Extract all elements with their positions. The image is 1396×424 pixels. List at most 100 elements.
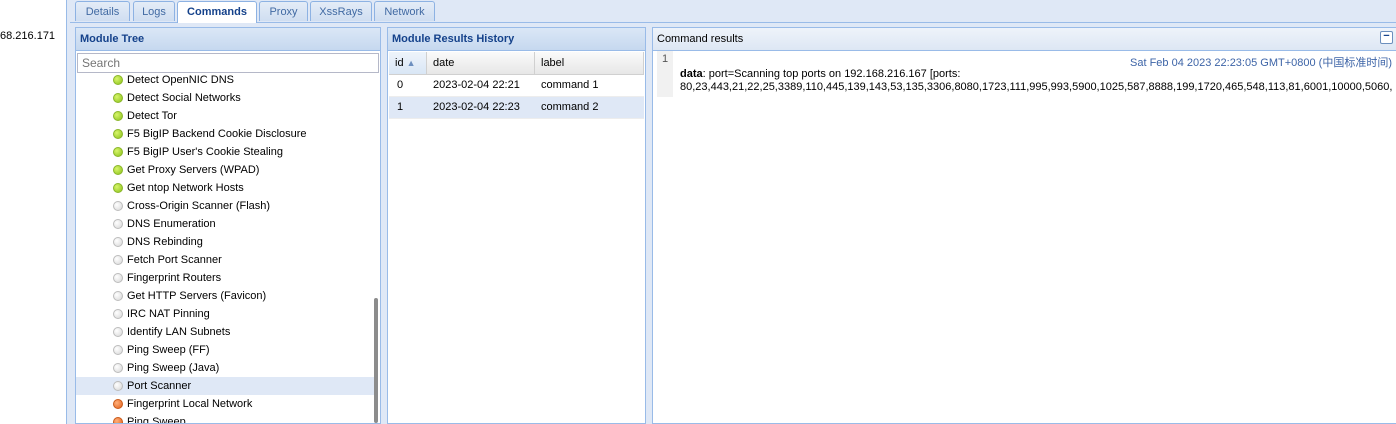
column-header-date[interactable]: date (427, 52, 535, 74)
table-row[interactable]: 0 2023-02-04 22:21 command 1 (389, 75, 644, 97)
module-tree-item[interactable]: Detect OpenNIC DNS (76, 74, 376, 89)
module-tree-item-label: Identify LAN Subnets (127, 326, 231, 338)
command-results-panel: Command results − 1 Sat Feb 04 2023 22:2… (652, 27, 1396, 424)
module-tree-item-label: Get Proxy Servers (WPAD) (127, 164, 260, 176)
result-data-line2: 80,23,443,21,22,25,3389,110,445,139,143,… (680, 81, 1393, 93)
status-grey-icon (113, 327, 123, 337)
module-search-input[interactable] (77, 53, 379, 73)
cell-date: 2023-02-04 22:21 (433, 79, 520, 91)
table-row[interactable]: 1 2023-02-04 22:23 command 2 (389, 97, 644, 119)
tab-network[interactable]: Network (374, 1, 435, 21)
results-grid-header: id ▲ date label (389, 52, 644, 75)
module-tree-item[interactable]: F5 BigIP Backend Cookie Disclosure (76, 125, 376, 143)
cell-label: command 1 (541, 79, 599, 91)
column-header-id-label: id (395, 57, 404, 69)
module-tree-item-label: DNS Rebinding (127, 236, 203, 248)
module-tree-item-label: Port Scanner (127, 380, 192, 392)
results-history-title: Module Results History (388, 28, 645, 51)
status-green-icon (113, 183, 123, 193)
module-tree-item-label: Detect Tor (127, 110, 177, 122)
result-data-key: data (680, 68, 703, 80)
module-tree-item-label: Detect Social Networks (127, 92, 241, 104)
browser-ip-fragment[interactable]: 68.216.171 (0, 30, 55, 42)
status-green-icon (113, 147, 123, 157)
tab-details[interactable]: Details (75, 1, 130, 21)
collapse-button[interactable]: − (1380, 31, 1393, 44)
module-tree-item[interactable]: Detect Tor (76, 107, 376, 125)
module-tree-item-label: Ping Sweep (Java) (127, 362, 220, 374)
status-green-icon (113, 129, 123, 139)
status-grey-icon (113, 219, 123, 229)
module-tree-item-label: Fingerprint Routers (127, 272, 222, 284)
module-tree-list: Detect OpenNIC DNS Detect Social Networks… (76, 74, 376, 423)
browser-tabstrip: Details Logs Commands Proxy XssRays Netw… (70, 0, 1396, 23)
result-entry-number: 1 (657, 51, 673, 97)
tab-commands[interactable]: Commands (177, 1, 257, 23)
column-header-id[interactable]: id ▲ (389, 52, 427, 74)
command-results-title: Command results (657, 33, 744, 45)
module-tree-item-label: Get HTTP Servers (Favicon) (127, 290, 267, 302)
status-grey-icon (113, 201, 123, 211)
module-tree-item-label: DNS Enumeration (127, 218, 216, 230)
module-tree-item[interactable]: Get HTTP Servers (Favicon) (76, 287, 376, 305)
module-tree-item-label: Fetch Port Scanner (127, 254, 222, 266)
status-grey-icon (113, 273, 123, 283)
module-tree-item[interactable]: Get ntop Network Hosts (76, 179, 376, 197)
module-tree-item-label: Fingerprint Local Network (127, 398, 253, 410)
module-tree-item-label: Detect OpenNIC DNS (127, 74, 234, 86)
module-tree-item[interactable]: Port Scanner (76, 377, 376, 395)
module-tree-item[interactable]: Ping Sweep (FF) (76, 341, 376, 359)
status-grey-icon (113, 381, 123, 391)
status-grey-icon (113, 255, 123, 265)
status-green-icon (113, 93, 123, 103)
module-tree-item-label: Ping Sweep (FF) (127, 344, 210, 356)
module-tree-item[interactable]: F5 BigIP User's Cookie Stealing (76, 143, 376, 161)
status-orange-icon (113, 399, 123, 409)
module-tree-item[interactable]: IRC NAT Pinning (76, 305, 376, 323)
cell-id: 1 (397, 101, 404, 113)
tab-logs[interactable]: Logs (133, 1, 175, 21)
tab-proxy[interactable]: Proxy (259, 1, 308, 21)
module-tree-item[interactable]: Detect Social Networks (76, 89, 376, 107)
module-tree-item-label: IRC NAT Pinning (127, 308, 210, 320)
module-tree-title: Module Tree (76, 28, 380, 51)
status-grey-icon (113, 291, 123, 301)
cell-label: command 2 (541, 101, 599, 113)
module-tree-item[interactable]: Get Proxy Servers (WPAD) (76, 161, 376, 179)
results-history-panel: Module Results History id ▲ date label 0 … (387, 27, 646, 424)
module-tree-item-label: Ping Sweep (127, 416, 186, 423)
module-tree-item[interactable]: DNS Enumeration (76, 215, 376, 233)
module-tree-item[interactable]: Ping Sweep (Java) (76, 359, 376, 377)
column-header-label[interactable]: label (535, 52, 644, 74)
module-tree-item-label: F5 BigIP User's Cookie Stealing (127, 146, 283, 158)
cell-date: 2023-02-04 22:23 (433, 101, 520, 113)
result-data-line1: : port=Scanning top ports on 192.168.216… (702, 68, 961, 80)
tab-xssrays[interactable]: XssRays (310, 1, 372, 21)
status-grey-icon (113, 363, 123, 373)
module-tree-panel: Module Tree Detect OpenNIC DNS Detect Soc… (75, 27, 381, 424)
module-tree-item[interactable]: Ping Sweep (76, 413, 376, 423)
status-green-icon (113, 165, 123, 175)
sort-ascending-icon: ▲ (406, 58, 416, 68)
module-tree-item[interactable]: Cross-Origin Scanner (Flash) (76, 197, 376, 215)
module-tree-item[interactable]: Identify LAN Subnets (76, 323, 376, 341)
module-tree-item[interactable]: DNS Rebinding (76, 233, 376, 251)
module-tree-item-label: F5 BigIP Backend Cookie Disclosure (127, 128, 307, 140)
cell-id: 0 (397, 79, 404, 91)
result-data-text: data: port=Scanning top ports on 192.168… (680, 68, 1395, 94)
module-tree-item-label: Get ntop Network Hosts (127, 182, 244, 194)
module-tree-item-label: Cross-Origin Scanner (Flash) (127, 200, 271, 212)
status-grey-icon (113, 237, 123, 247)
module-tree-item[interactable]: Fetch Port Scanner (76, 251, 376, 269)
module-tree-item[interactable]: Fingerprint Local Network (76, 395, 376, 413)
scrollbar-thumb[interactable] (374, 298, 378, 423)
status-orange-icon (113, 417, 123, 423)
status-grey-icon (113, 345, 123, 355)
module-tree-scrollbar[interactable] (374, 74, 379, 423)
left-browser-list-panel: 68.216.171 (0, 0, 67, 424)
status-grey-icon (113, 309, 123, 319)
module-tree-item[interactable]: Fingerprint Routers (76, 269, 376, 287)
status-green-icon (113, 75, 123, 85)
status-green-icon (113, 111, 123, 121)
command-results-header: Command results − (653, 28, 1396, 51)
